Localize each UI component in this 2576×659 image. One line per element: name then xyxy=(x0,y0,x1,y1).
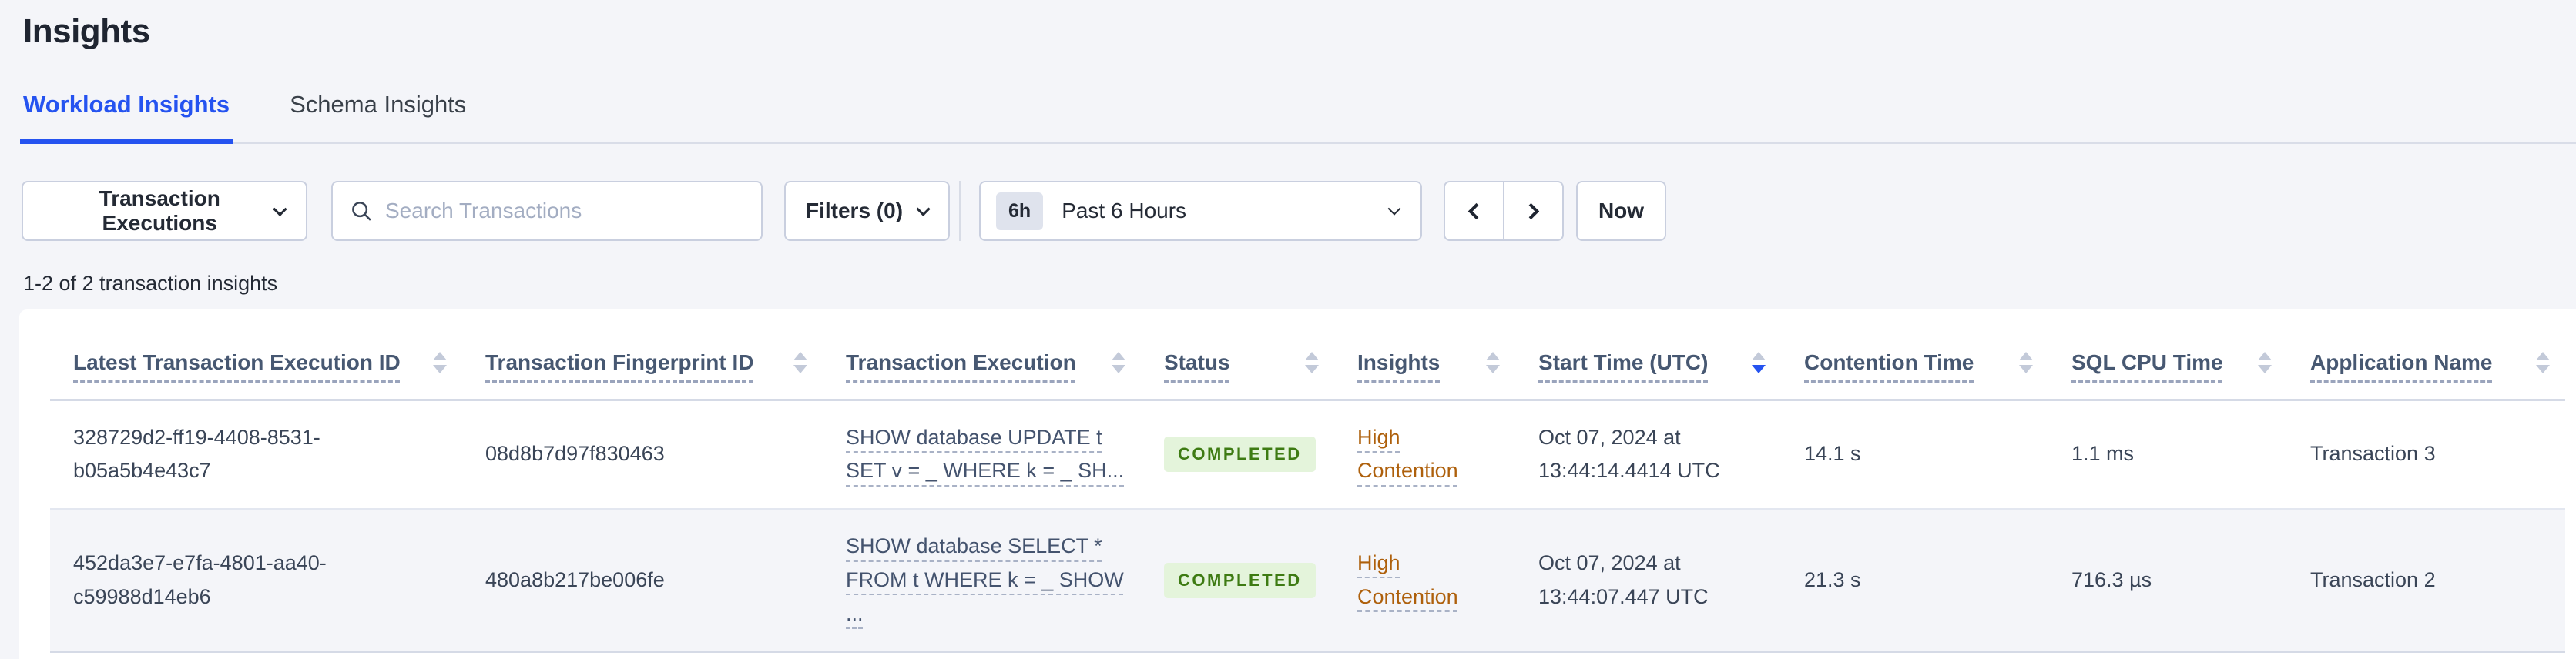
time-range-label: Past 6 Hours xyxy=(1062,199,1187,222)
table-row: 452da3e7-e7fa-4801-aa40-c59988d14eb6 480… xyxy=(50,509,2565,654)
view-type-dropdown-label: Transaction Executions xyxy=(99,186,220,235)
time-range-picker[interactable]: 6h Past 6 Hours xyxy=(979,181,1422,241)
cell-start-time: Oct 07, 2024 at 13:44:14.4414 UTC xyxy=(1515,400,1781,510)
cell-latest-execution-id: 452da3e7-e7fa-4801-aa40-c59988d14eb6 xyxy=(50,509,462,654)
sort-icon xyxy=(2536,351,2550,373)
results-count: 1-2 of 2 transaction insights xyxy=(23,272,278,295)
search-icon xyxy=(352,202,371,221)
cell-sql-cpu-time: 716.3 µs xyxy=(2048,509,2287,654)
column-header-transaction-execution[interactable]: Transaction Execution xyxy=(823,309,1141,401)
time-range-badge: 6h xyxy=(996,192,1044,230)
column-header-application-name[interactable]: Application Name xyxy=(2287,309,2565,401)
cell-application-name: Transaction 3 xyxy=(2287,400,2565,510)
sort-icon xyxy=(2019,351,2033,373)
tab-schema-insights-label: Schema Insights xyxy=(290,91,467,118)
filters-button[interactable]: Filters (0) xyxy=(784,181,950,241)
tab-schema-insights[interactable]: Schema Insights xyxy=(287,91,469,144)
column-header-sql-cpu-time[interactable]: SQL CPU Time xyxy=(2048,309,2287,401)
toolbar: Transaction Executions Filters (0) 6h Pa… xyxy=(22,181,2576,241)
cell-contention-time: 21.3 s xyxy=(1781,509,2048,654)
column-header-transaction-fingerprint-id[interactable]: Transaction Fingerprint ID xyxy=(462,309,823,401)
tab-workload-insights-label: Workload Insights xyxy=(23,91,230,118)
search-box[interactable] xyxy=(331,181,763,241)
cell-start-time: Oct 07, 2024 at 13:44:07.447 UTC xyxy=(1515,509,1781,654)
now-button[interactable]: Now xyxy=(1576,181,1666,241)
table-header-row: Latest Transaction Execution ID Transact… xyxy=(50,309,2565,401)
insight-link[interactable]: High Contention xyxy=(1357,551,1458,608)
cell-latest-execution-id: 328729d2-ff19-4408-8531-b05a5b4e43c7 xyxy=(50,400,462,510)
column-header-latest-transaction-execution-id[interactable]: Latest Transaction Execution ID xyxy=(50,309,462,401)
view-type-dropdown[interactable]: Transaction Executions xyxy=(22,181,307,241)
status-badge: COMPLETED xyxy=(1164,437,1316,473)
tab-workload-insights[interactable]: Workload Insights xyxy=(20,91,233,144)
chevron-down-icon xyxy=(1387,202,1401,216)
cell-sql-cpu-time: 1.1 ms xyxy=(2048,400,2287,510)
chevron-right-icon xyxy=(1522,202,1540,219)
sort-icon xyxy=(2258,351,2272,373)
cell-fingerprint-id: 480a8b217be006fe xyxy=(462,509,823,654)
tabs-bar: Workload Insights Schema Insights xyxy=(20,91,2576,144)
chevron-left-icon xyxy=(1467,202,1485,219)
cell-contention-time: 14.1 s xyxy=(1781,400,2048,510)
column-header-insights[interactable]: Insights xyxy=(1334,309,1515,401)
insights-page: Insights Workload Insights Schema Insigh… xyxy=(0,0,2576,659)
column-header-contention-time[interactable]: Contention Time xyxy=(1781,309,2048,401)
sort-icon xyxy=(1752,351,1766,373)
sort-icon xyxy=(1112,351,1125,373)
insight-link[interactable]: High Contention xyxy=(1357,426,1458,483)
time-next-button[interactable] xyxy=(1503,181,1564,241)
cell-application-name: Transaction 2 xyxy=(2287,509,2565,654)
sort-icon xyxy=(1305,351,1319,373)
time-prev-button[interactable] xyxy=(1444,181,1504,241)
chevron-down-icon xyxy=(916,201,931,216)
transaction-execution-link[interactable]: SHOW database UPDATE t SET v = _ WHERE k… xyxy=(846,426,1124,483)
toolbar-divider xyxy=(959,181,961,241)
column-header-start-time[interactable]: Start Time (UTC) xyxy=(1515,309,1781,401)
filters-button-label: Filters (0) xyxy=(806,199,904,222)
sort-icon xyxy=(793,351,807,373)
status-badge: COMPLETED xyxy=(1164,562,1316,598)
cell-fingerprint-id: 08d8b7d97f830463 xyxy=(462,400,823,510)
insights-table: Latest Transaction Execution ID Transact… xyxy=(50,309,2565,654)
transaction-execution-link[interactable]: SHOW database SELECT * FROM t WHERE k = … xyxy=(846,534,1124,624)
page-title: Insights xyxy=(23,12,150,50)
search-input[interactable] xyxy=(385,199,744,223)
time-step-buttons xyxy=(1444,181,1564,241)
insights-table-card: Latest Transaction Execution ID Transact… xyxy=(19,309,2576,659)
sort-icon xyxy=(1486,351,1500,373)
column-header-status[interactable]: Status xyxy=(1141,309,1334,401)
sort-icon xyxy=(433,351,447,373)
table-row: 328729d2-ff19-4408-8531-b05a5b4e43c7 08d… xyxy=(50,400,2565,510)
